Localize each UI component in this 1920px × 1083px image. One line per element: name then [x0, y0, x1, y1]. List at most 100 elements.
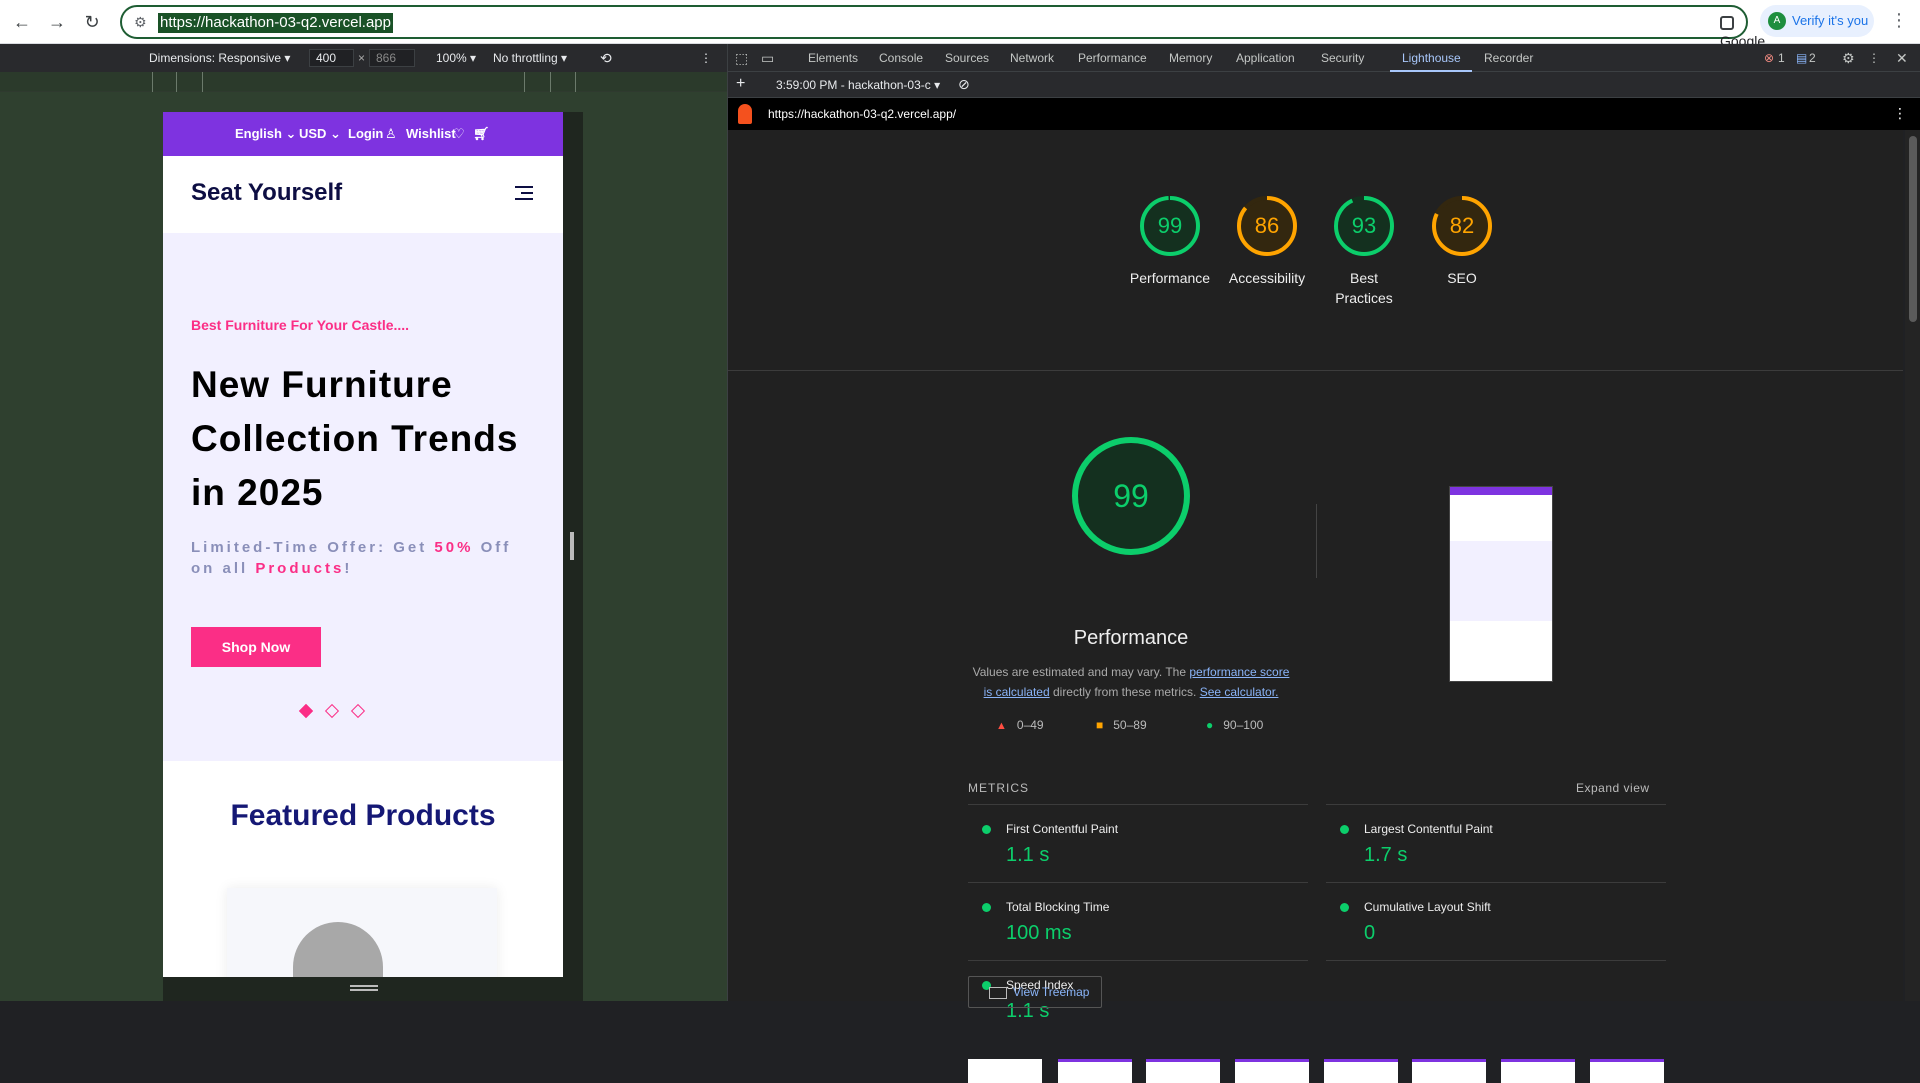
- legend-range: 90–100: [1223, 718, 1264, 732]
- score-gauge-performance[interactable]: 99: [1138, 194, 1202, 258]
- performance-big-gauge: 99: [1071, 436, 1191, 556]
- thumb-header: [1450, 495, 1552, 541]
- score-gauge-seo[interactable]: 82: [1430, 194, 1494, 258]
- browser-menu-icon[interactable]: ⋮: [1890, 10, 1908, 31]
- close-devtools-icon[interactable]: ✕: [1896, 51, 1908, 65]
- tab-network[interactable]: Network: [1010, 51, 1054, 65]
- note-text: directly from these metrics.: [1049, 685, 1200, 699]
- cart-icon[interactable]: 🛒︎: [473, 126, 490, 142]
- report-menu-icon[interactable]: ⋮: [1893, 105, 1907, 122]
- metric-name: Cumulative Layout Shift: [1364, 900, 1491, 914]
- error-count[interactable]: 1: [1778, 51, 1785, 65]
- score-value: 99: [1157, 213, 1183, 238]
- expand-view-toggle[interactable]: Expand view: [1576, 781, 1650, 795]
- currency-select[interactable]: USD ⌄: [299, 126, 341, 142]
- clear-reports-icon[interactable]: ⊘: [958, 76, 970, 93]
- filmstrip-frame: [1058, 1059, 1132, 1083]
- rotate-icon[interactable]: ⟲: [600, 51, 612, 65]
- wishlist-link[interactable]: Wishlist: [406, 126, 456, 142]
- tab-memory[interactable]: Memory: [1169, 51, 1212, 65]
- reload-icon[interactable]: ↻: [80, 10, 104, 34]
- times-sign: ×: [358, 51, 366, 65]
- site-info-icon[interactable]: ⚙: [134, 14, 147, 31]
- treemap-icon: [989, 987, 1007, 999]
- resize-handle-bottom[interactable]: [350, 985, 378, 991]
- score-label: SEO: [1447, 270, 1477, 286]
- back-icon[interactable]: ←: [10, 10, 34, 34]
- filmstrip-frame: [968, 1059, 1042, 1083]
- report-scroll-thumb[interactable]: [1909, 136, 1917, 322]
- metric-value: 100 ms: [1006, 922, 1072, 944]
- metric-divider: [1326, 960, 1666, 961]
- tab-performance[interactable]: Performance: [1078, 51, 1147, 65]
- shop-now-button[interactable]: Shop Now: [191, 627, 321, 667]
- filmstrip-frame: [1146, 1059, 1220, 1083]
- address-url[interactable]: https://hackathon-03-q2.vercel.app: [158, 13, 393, 33]
- tab-lighthouse[interactable]: Lighthouse: [1402, 51, 1461, 65]
- tab-console[interactable]: Console: [879, 51, 923, 65]
- width-input[interactable]: 400: [309, 49, 354, 67]
- performance-big-score: 99: [1113, 478, 1149, 514]
- final-screenshot-thumbnail[interactable]: [1449, 486, 1553, 682]
- media-query-ruler: [0, 72, 727, 92]
- report-url-bar: https://hackathon-03-q2.vercel.app/ ⋮: [728, 98, 1920, 130]
- add-report-icon[interactable]: +: [736, 75, 745, 93]
- resize-handle-right[interactable]: [570, 532, 574, 560]
- metric-divider: [1326, 882, 1666, 883]
- metric-divider: [968, 882, 1308, 883]
- pass-dot-icon: [1340, 825, 1349, 834]
- offer-percent: 50%: [434, 539, 474, 556]
- vertical-divider: [1316, 504, 1317, 578]
- filmstrip-frame: [1590, 1059, 1664, 1083]
- performance-note: Values are estimated and may vary. The p…: [968, 662, 1294, 702]
- score-gauge-best-practices[interactable]: 93: [1332, 194, 1396, 258]
- dimensions-select[interactable]: Dimensions: Responsive ▾: [149, 51, 290, 65]
- error-icon[interactable]: ⊗: [1764, 51, 1774, 65]
- language-select[interactable]: English ⌄: [235, 126, 296, 142]
- devtools-panel: ⬚ ▭ Elements Console Sources Network Per…: [727, 44, 1920, 1083]
- featured-products-title: Featured Products: [230, 799, 496, 832]
- legend-range: 50–89: [1113, 718, 1147, 732]
- tab-elements[interactable]: Elements: [808, 51, 858, 65]
- zoom-select[interactable]: 100% ▾: [436, 51, 476, 65]
- metric-value: 0: [1364, 922, 1376, 944]
- throttling-select[interactable]: No throttling ▾: [493, 51, 567, 65]
- device-toggle-icon[interactable]: ▭: [761, 51, 774, 65]
- heart-icon[interactable]: ♡: [453, 126, 465, 142]
- metric-name: Total Blocking Time: [1006, 900, 1110, 914]
- score-gauge-accessibility[interactable]: 86: [1235, 194, 1299, 258]
- verify-button[interactable]: A Verify it's you: [1760, 5, 1874, 37]
- pass-dot-icon: [982, 825, 991, 834]
- tab-application[interactable]: Application: [1236, 51, 1295, 65]
- devtools-menu-icon[interactable]: ⋮: [1868, 51, 1880, 65]
- legend-average: ■ 50–89: [1096, 718, 1147, 732]
- height-input[interactable]: 866: [369, 49, 415, 67]
- report-url[interactable]: https://hackathon-03-q2.vercel.app/: [768, 107, 956, 121]
- address-bar[interactable]: ⚙ https://hackathon-03-q2.vercel.app Goo…: [120, 5, 1851, 67]
- device-menu-icon[interactable]: ⋮: [700, 51, 712, 65]
- login-link[interactable]: Login: [348, 126, 383, 142]
- tab-sources[interactable]: Sources: [945, 51, 989, 65]
- settings-gear-icon[interactable]: ⚙: [1842, 51, 1855, 65]
- lighthouse-toolbar: + 3:59:00 PM - hackathon-03-c ▾ ⊘: [728, 72, 1920, 98]
- device-toolbar: Dimensions: Responsive ▾ 400 × 866 100% …: [0, 44, 727, 72]
- user-icon[interactable]: ♙: [385, 126, 397, 142]
- message-count[interactable]: 2: [1809, 51, 1816, 65]
- report-selector[interactable]: 3:59:00 PM - hackathon-03-c ▾: [776, 78, 940, 92]
- score-label: Performance: [1129, 270, 1211, 286]
- see-calculator-link[interactable]: See calculator.: [1200, 685, 1279, 699]
- ruler-mark: [176, 72, 177, 92]
- forward-icon[interactable]: →: [45, 10, 69, 34]
- performance-title: Performance: [1073, 627, 1189, 649]
- inspect-icon[interactable]: ⬚: [735, 51, 748, 65]
- tab-security[interactable]: Security: [1321, 51, 1364, 65]
- message-icon[interactable]: ▤: [1796, 51, 1807, 65]
- pass-dot-icon: [1340, 903, 1349, 912]
- site-logo[interactable]: Seat Yourself: [191, 178, 342, 208]
- hamburger-menu-icon[interactable]: [515, 186, 533, 202]
- view-treemap-button[interactable]: View Treemap: [968, 976, 1102, 1008]
- score-value: 93: [1351, 213, 1377, 238]
- metric-lcp: Largest Contentful Paint 1.7 s: [1326, 806, 1666, 884]
- score-label: Accessibility: [1228, 270, 1306, 286]
- tab-recorder[interactable]: Recorder: [1484, 51, 1533, 65]
